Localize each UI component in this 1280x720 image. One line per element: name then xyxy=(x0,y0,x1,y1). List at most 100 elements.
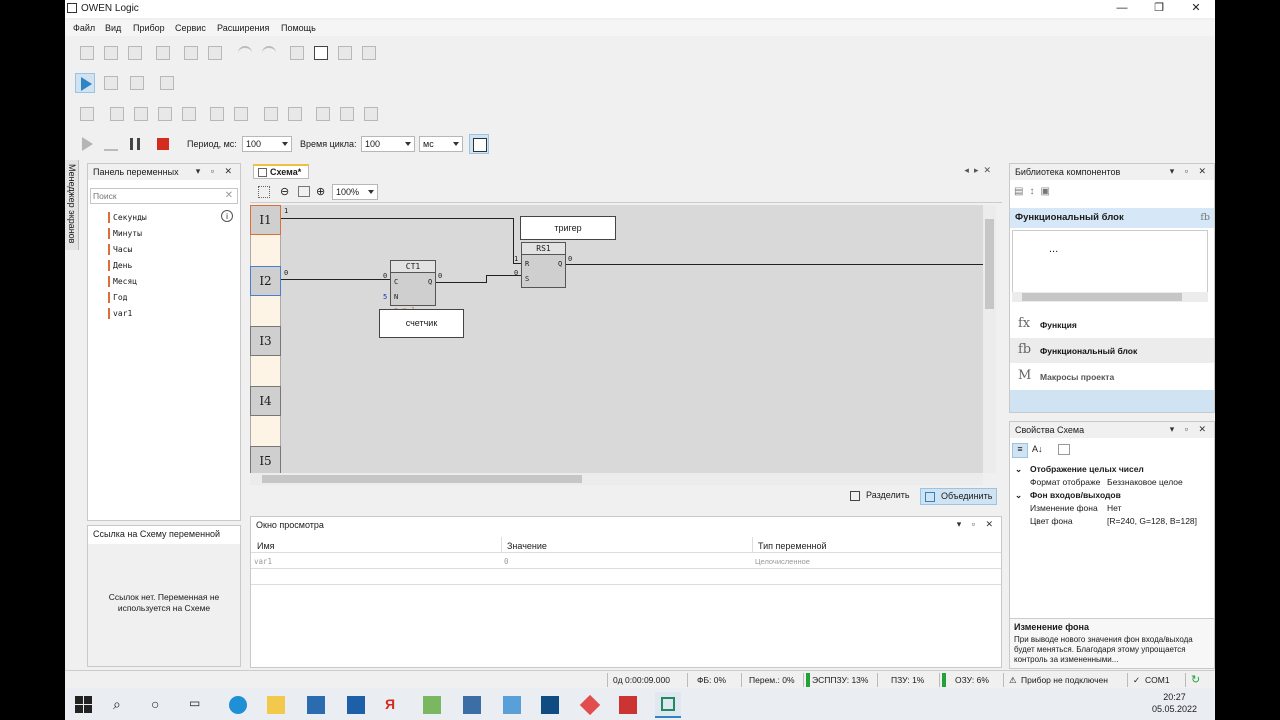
pin-c[interactable]: C xyxy=(394,278,398,286)
horizontal-scrollbar[interactable] xyxy=(250,473,983,485)
property-group[interactable]: ⌄ Фон входов/выходов xyxy=(1010,490,1214,503)
element-w-icon[interactable] xyxy=(261,104,281,124)
variables-search[interactable]: ✕ xyxy=(90,188,238,204)
edge-icon[interactable] xyxy=(229,696,247,714)
tab-controls[interactable]: ◂▸✕ xyxy=(964,165,996,176)
explorer-icon[interactable] xyxy=(267,696,285,714)
input-i1[interactable]: I1 xyxy=(250,205,281,235)
app-wave-icon[interactable] xyxy=(619,696,637,714)
wire[interactable] xyxy=(281,279,390,280)
menu-help[interactable]: Помощь xyxy=(281,23,316,33)
block-ct1[interactable]: CT1 C N Q xyxy=(390,260,436,306)
device-settings-icon[interactable] xyxy=(335,43,355,63)
property-pages-icon[interactable] xyxy=(1058,444,1070,455)
save-icon[interactable] xyxy=(125,43,145,63)
wire[interactable] xyxy=(513,263,521,264)
input-i5[interactable]: I5 xyxy=(250,446,281,476)
pin-s[interactable]: S xyxy=(525,275,529,283)
zoom-in-icon[interactable]: ⊕ xyxy=(316,185,325,198)
search-icon[interactable]: ⌕ xyxy=(113,696,131,714)
element-v2-icon[interactable] xyxy=(131,104,151,124)
variable-item[interactable]: Часы xyxy=(108,244,132,255)
preview-scrollbar[interactable] xyxy=(1012,292,1208,302)
monitor-icon[interactable] xyxy=(469,134,489,154)
menu-view[interactable]: Вид xyxy=(105,23,121,33)
new-file-icon[interactable] xyxy=(77,43,97,63)
run-icon[interactable] xyxy=(77,134,97,154)
library-item-macros[interactable]: M Макросы проекта xyxy=(1010,364,1214,389)
device-check-icon[interactable] xyxy=(359,43,379,63)
mail-icon[interactable] xyxy=(347,696,365,714)
element-block-icon[interactable] xyxy=(179,104,199,124)
property-group[interactable]: ⌄ Отображение целых чисел xyxy=(1010,464,1214,477)
copy-icon[interactable] xyxy=(181,43,201,63)
input-i4[interactable]: I4 xyxy=(250,386,281,416)
status-port[interactable]: COM1 xyxy=(1145,675,1170,685)
wire[interactable] xyxy=(566,264,983,265)
system-clock[interactable]: 20:27 05.05.2022 xyxy=(1152,691,1197,715)
element-r-icon[interactable] xyxy=(285,104,305,124)
scroll-thumb[interactable] xyxy=(985,219,994,309)
menu-extensions[interactable]: Расширения xyxy=(217,23,269,33)
column-value[interactable]: Значение xyxy=(507,541,547,551)
grid-table-icon[interactable] xyxy=(157,73,177,93)
app-diamond-icon[interactable] xyxy=(579,694,601,716)
stop-icon[interactable] xyxy=(153,134,173,154)
device-info-icon[interactable] xyxy=(311,43,331,63)
step-icon[interactable] xyxy=(101,134,121,154)
remove-t-icon[interactable] xyxy=(337,104,357,124)
zoom-out-icon[interactable]: ⊖ xyxy=(280,185,289,198)
windows-start-icon[interactable] xyxy=(75,696,93,714)
screen-manager-tab[interactable]: Менеджер экранов xyxy=(65,160,79,250)
library-toolbar[interactable]: ▤↕▣ xyxy=(1014,186,1056,197)
remove-f-icon[interactable] xyxy=(361,104,381,124)
element-n1-icon[interactable] xyxy=(207,104,227,124)
minimize-icon[interactable]: — xyxy=(1115,2,1129,15)
print-icon[interactable] xyxy=(153,43,173,63)
yandex-icon[interactable]: Я xyxy=(385,696,403,714)
table-row[interactable]: var1 0 Целочисленное xyxy=(251,554,1001,569)
element-n2-icon[interactable] xyxy=(231,104,251,124)
wire[interactable] xyxy=(436,282,486,283)
input-i3[interactable]: I3 xyxy=(250,326,281,356)
library-item-function[interactable]: fx Функция xyxy=(1010,312,1214,337)
variable-item[interactable]: var1 xyxy=(108,308,132,319)
panel-controls[interactable]: ▾ ▫ ✕ xyxy=(1170,166,1210,177)
undo-icon[interactable] xyxy=(235,43,255,63)
redo-icon[interactable] xyxy=(259,43,279,63)
pin-r[interactable]: R xyxy=(525,260,529,268)
info-icon[interactable]: i xyxy=(221,210,233,222)
maximize-icon[interactable]: ❐ xyxy=(1152,2,1166,15)
variable-item[interactable]: Год xyxy=(108,292,127,303)
variables-search-input[interactable] xyxy=(91,189,219,203)
element-c-icon[interactable] xyxy=(155,104,175,124)
scroll-thumb[interactable] xyxy=(262,475,582,483)
close-icon[interactable]: ✕ xyxy=(1189,2,1203,15)
property-row[interactable]: Формат отображе Беззнаковое целое xyxy=(1010,477,1214,490)
split-button[interactable]: Разделить xyxy=(850,490,910,501)
column-type[interactable]: Тип переменной xyxy=(758,541,827,551)
panel-controls[interactable]: ▾ ▫ ✕ xyxy=(957,519,997,530)
task-view-icon[interactable]: ▭ xyxy=(189,696,207,714)
cycle-unit-select[interactable]: мс xyxy=(419,136,463,152)
input-i2[interactable]: I2 xyxy=(250,266,281,296)
menu-service[interactable]: Сервис xyxy=(175,23,206,33)
comment-trigger[interactable]: тригер xyxy=(520,216,616,240)
pause-icon[interactable] xyxy=(125,134,145,154)
calculator-icon[interactable] xyxy=(463,696,481,714)
clear-search-icon[interactable]: ✕ xyxy=(225,190,233,201)
cortana-icon[interactable]: ○ xyxy=(151,696,169,714)
variable-item[interactable]: День xyxy=(108,260,132,271)
table-row[interactable] xyxy=(251,570,1001,585)
merge-button[interactable]: Объединить xyxy=(920,488,998,505)
panel-controls[interactable]: ▾ ▫ ✕ xyxy=(196,166,236,177)
block-rs1[interactable]: RS1 R S Q xyxy=(521,242,566,288)
pin-n[interactable]: N xyxy=(394,293,398,301)
sort-az-icon[interactable]: A↓ xyxy=(1032,444,1043,454)
align-icon[interactable] xyxy=(77,104,97,124)
app-grid-icon[interactable] xyxy=(541,696,559,714)
variable-item[interactable]: Минуты xyxy=(108,228,142,239)
wire[interactable] xyxy=(281,218,514,219)
period-select[interactable]: 100 xyxy=(242,136,292,152)
remove-b-icon[interactable] xyxy=(313,104,333,124)
